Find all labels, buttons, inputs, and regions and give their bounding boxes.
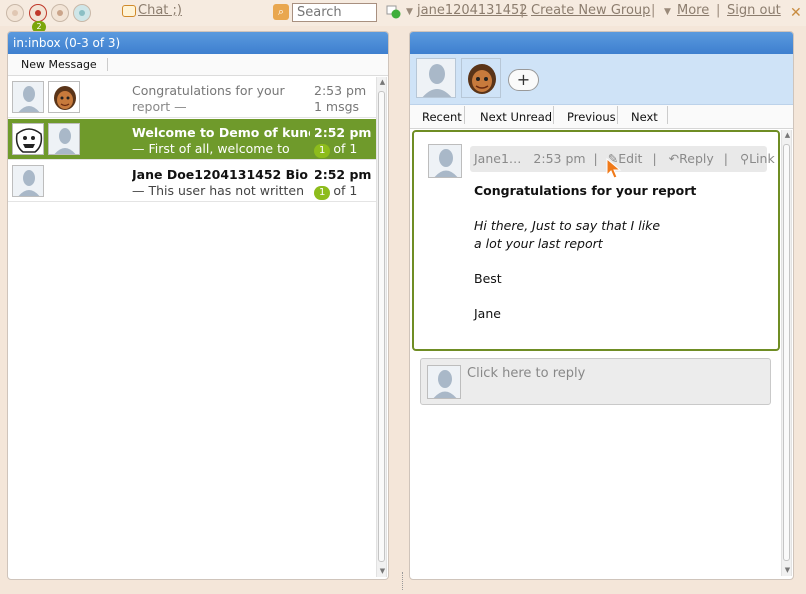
avatar — [12, 123, 44, 155]
avatar — [12, 81, 44, 113]
scroll-down-icon[interactable]: ▼ — [377, 566, 388, 577]
more-link[interactable]: More — [677, 3, 709, 18]
username-link[interactable]: jane1204131452 — [417, 3, 528, 18]
reply-icon[interactable]: ↶ — [669, 151, 679, 166]
reply-button[interactable]: Reply — [679, 151, 714, 166]
blip[interactable]: Jane1… 2:53 pm | ✎Edit | ↶Reply | ⚲Link … — [412, 130, 780, 351]
blip-text-line: Best — [474, 271, 502, 286]
top-bar: 2 Chat ;) ⌕ ▼ jane1204131452 | Create Ne… — [0, 0, 806, 33]
wave-header — [410, 32, 793, 54]
link-icon[interactable]: ⚲ — [740, 151, 749, 166]
splitter-handle[interactable] — [402, 572, 404, 590]
row-title: Welcome to Demo of kune — [132, 125, 310, 140]
separator: | — [716, 3, 721, 18]
blip-text-line: Jane — [474, 306, 501, 321]
toolbar-divider — [617, 106, 618, 124]
home-icon[interactable] — [6, 4, 24, 22]
row-total: of 1 — [333, 141, 358, 156]
search-input[interactable] — [292, 3, 377, 22]
inbox-toolbar: New Message — [8, 54, 388, 76]
unread-badge: 1 — [314, 144, 331, 158]
toolbar-divider — [667, 106, 668, 124]
kune-logo-icon: ✕ — [790, 5, 802, 21]
row-title: Congratulations for your — [132, 83, 285, 98]
inbox-row[interactable]: Jane Doe1204131452 Bio — This user has n… — [8, 161, 376, 202]
row-snippet: report — — [132, 99, 187, 114]
scroll-up-icon[interactable]: ▲ — [377, 77, 388, 88]
blip-author-avatar — [428, 144, 462, 178]
inbox-header: in:inbox (0-3 of 3) — [8, 32, 388, 54]
inbox-scrollbar[interactable]: ▲ ▼ — [376, 77, 387, 577]
add-participant-button[interactable]: + — [508, 69, 539, 91]
blip-content: Congratulations for your report Hi there… — [474, 182, 696, 323]
online-status-icon[interactable] — [386, 4, 402, 20]
row-snippet: — First of all, welcome to — [132, 141, 290, 156]
row-time: 2:52 pm — [314, 125, 372, 140]
inbox-row[interactable]: Welcome to Demo of kune — First of all, … — [8, 119, 376, 160]
blip-subject: Congratulations for your report — [474, 183, 697, 198]
sign-out-link[interactable]: Sign out — [727, 3, 781, 18]
previous-button[interactable]: Previous — [567, 110, 616, 124]
inbox-icon[interactable] — [29, 4, 47, 22]
row-unread-count: 1 of 1 — [314, 141, 357, 158]
scroll-up-icon[interactable]: ▲ — [782, 130, 793, 141]
unread-badge: 1 — [314, 186, 331, 200]
scroll-thumb[interactable] — [378, 91, 385, 562]
row-unread-count: 1 of 1 — [314, 183, 357, 200]
chat-icon[interactable] — [122, 5, 136, 17]
link-button[interactable]: Link — [749, 151, 775, 166]
more-dropdown-icon[interactable]: ▼ — [664, 7, 671, 17]
blip-text-line: a lot your last report — [474, 236, 603, 251]
groups-icon[interactable] — [51, 4, 69, 22]
reply-avatar — [427, 365, 461, 399]
avatar — [48, 81, 80, 113]
row-time: 2:53 pm — [314, 83, 367, 98]
inbox-panel: in:inbox (0-3 of 3) New Message Congratu… — [7, 31, 389, 580]
separator: | — [520, 3, 525, 18]
chat-link[interactable]: Chat ;) — [138, 3, 182, 18]
next-button[interactable]: Next — [631, 110, 658, 124]
participants-bar: + — [410, 54, 793, 105]
row-title: Jane Doe1204131452 Bio — [132, 167, 308, 182]
toolbar-divider — [553, 106, 554, 124]
inbox-row[interactable]: Congratulations for your report — 2:53 p… — [8, 77, 376, 118]
participant-avatar[interactable] — [416, 58, 456, 98]
world-icon[interactable] — [73, 4, 91, 22]
scroll-thumb[interactable] — [783, 144, 790, 561]
next-unread-button[interactable]: Next Unread — [480, 110, 552, 124]
search-icon[interactable]: ⌕ — [273, 4, 289, 20]
avatar — [12, 165, 44, 197]
create-group-link[interactable]: Create New Group — [531, 3, 650, 18]
row-time: 2:52 pm — [314, 167, 372, 182]
row-snippet: — This user has not written — [132, 183, 304, 198]
separator: | — [723, 151, 728, 166]
row-total: of 1 — [333, 183, 358, 198]
blip-time: 2:53 pm — [533, 151, 586, 166]
reply-placeholder[interactable]: Click here to reply — [467, 366, 585, 381]
status-dropdown-icon[interactable]: ▼ — [406, 7, 413, 17]
row-msg-count: 1 msgs — [314, 99, 360, 114]
mouse-cursor-icon — [606, 158, 622, 179]
separator: | — [651, 3, 656, 18]
new-message-button[interactable]: New Message — [15, 58, 108, 71]
avatar — [48, 123, 80, 155]
toolbar-divider — [464, 106, 465, 124]
blip-author: Jane1… — [474, 151, 522, 166]
blip-text-line: Hi there, Just to say that I like — [474, 218, 661, 233]
scroll-down-icon[interactable]: ▼ — [782, 565, 793, 576]
participant-avatar[interactable] — [461, 58, 501, 98]
separator: | — [593, 151, 598, 166]
reply-box[interactable]: Click here to reply — [420, 358, 771, 405]
recent-button[interactable]: Recent — [422, 110, 462, 124]
separator: | — [652, 151, 657, 166]
wave-scrollbar[interactable]: ▲ ▼ — [781, 130, 792, 576]
